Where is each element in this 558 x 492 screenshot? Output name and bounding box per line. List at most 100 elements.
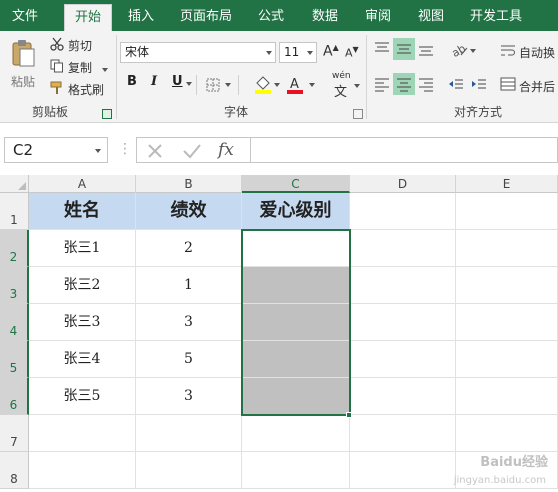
tab-view[interactable]: 视图 — [408, 4, 454, 31]
formula-input[interactable] — [250, 137, 558, 163]
cell-c6[interactable] — [242, 378, 350, 415]
cell-d2[interactable] — [350, 230, 456, 267]
cell-b1[interactable]: 绩效 — [136, 193, 242, 230]
cell-b6[interactable]: 3 — [136, 378, 242, 415]
cell-b5[interactable]: 5 — [136, 341, 242, 378]
decrease-font-size-icon[interactable]: A▼ — [345, 45, 359, 60]
cell-d1[interactable] — [350, 193, 456, 230]
fill-color-icon[interactable] — [254, 75, 272, 95]
tab-review[interactable]: 审阅 — [355, 4, 401, 31]
row-header-8[interactable]: 8 — [0, 452, 29, 489]
phonetic-dropdown-icon[interactable] — [354, 84, 360, 88]
column-header-b[interactable]: B — [136, 175, 242, 193]
format-painter-button[interactable]: 格式刷 — [68, 81, 104, 98]
tab-data[interactable]: 数据 — [302, 4, 348, 31]
increase-indent-icon[interactable] — [471, 76, 487, 92]
column-header-d[interactable]: D — [350, 175, 456, 193]
cell-e1[interactable] — [456, 193, 558, 230]
cell-b2[interactable]: 2 — [136, 230, 242, 267]
orientation-icon[interactable]: ab — [450, 40, 468, 58]
middle-align-icon[interactable] — [396, 41, 412, 57]
row-header-4[interactable]: 4 — [0, 304, 29, 341]
cell-a4[interactable]: 张三3 — [29, 304, 136, 341]
cell-c8[interactable] — [242, 452, 350, 489]
row-header-1[interactable]: 1 — [0, 193, 29, 230]
decrease-indent-icon[interactable] — [448, 76, 464, 92]
clipboard-launcher-icon[interactable] — [102, 109, 112, 119]
column-header-a[interactable]: A — [29, 175, 136, 193]
cell-a3[interactable]: 张三2 — [29, 267, 136, 304]
cell-c2[interactable] — [242, 230, 350, 267]
tab-file[interactable]: 文件 — [0, 4, 50, 31]
column-header-c[interactable]: C — [242, 175, 350, 193]
tab-developer[interactable]: 开发工具 — [462, 4, 530, 31]
cell-c5[interactable] — [242, 341, 350, 378]
orientation-dropdown-icon[interactable] — [470, 49, 476, 53]
copy-dropdown-icon[interactable] — [102, 68, 108, 72]
cell-c1[interactable]: 爱心级别 — [242, 193, 350, 230]
font-launcher-icon[interactable] — [353, 109, 363, 119]
cell-d4[interactable] — [350, 304, 456, 341]
borders-dropdown-icon[interactable] — [225, 83, 231, 87]
cell-a7[interactable] — [29, 415, 136, 452]
cell-e4[interactable] — [456, 304, 558, 341]
row-header-7[interactable]: 7 — [0, 415, 29, 452]
merge-center-button[interactable]: 合并后 — [519, 78, 555, 95]
tab-formulas[interactable]: 公式 — [248, 4, 294, 31]
cell-a6[interactable]: 张三5 — [29, 378, 136, 415]
cell-b7[interactable] — [136, 415, 242, 452]
wrap-text-button[interactable]: 自动换 — [519, 44, 555, 61]
cell-e2[interactable] — [456, 230, 558, 267]
cell-c7[interactable] — [242, 415, 350, 452]
name-box[interactable]: C2 — [4, 137, 108, 163]
paste-button[interactable]: 粘贴 — [6, 37, 40, 97]
row-header-5[interactable]: 5 — [0, 341, 29, 378]
align-center-icon[interactable] — [396, 76, 412, 92]
insert-function-button[interactable]: fx — [218, 140, 234, 160]
select-all-corner[interactable] — [0, 175, 29, 193]
cell-e6[interactable] — [456, 378, 558, 415]
column-header-e[interactable]: E — [456, 175, 558, 193]
cell-c4[interactable] — [242, 304, 350, 341]
cell-b4[interactable]: 3 — [136, 304, 242, 341]
font-color-icon[interactable]: A — [286, 75, 304, 95]
font-size-select[interactable]: 11 — [279, 42, 317, 63]
cancel-icon[interactable] — [146, 142, 164, 160]
font-color-dropdown-icon[interactable] — [309, 83, 315, 87]
bottom-align-icon[interactable] — [418, 41, 434, 57]
name-box-dropdown-icon[interactable] — [95, 149, 101, 153]
increase-font-size-icon[interactable]: A▲ — [323, 43, 339, 60]
cell-d7[interactable] — [350, 415, 456, 452]
merge-center-icon[interactable] — [500, 77, 516, 91]
cell-d6[interactable] — [350, 378, 456, 415]
enter-icon[interactable] — [182, 142, 202, 160]
align-right-icon[interactable] — [418, 76, 434, 92]
align-left-icon[interactable] — [374, 76, 390, 92]
cell-a8[interactable] — [29, 452, 136, 489]
cell-d3[interactable] — [350, 267, 456, 304]
cell-b8[interactable] — [136, 452, 242, 489]
underline-button[interactable]: U — [172, 74, 183, 89]
wrap-text-icon[interactable] — [500, 44, 516, 58]
fill-handle[interactable] — [346, 412, 352, 418]
cell-e5[interactable] — [456, 341, 558, 378]
italic-button[interactable]: I — [151, 74, 157, 89]
cell-a1[interactable]: 姓名 — [29, 193, 136, 230]
fill-color-dropdown-icon[interactable] — [274, 83, 280, 87]
tab-page-layout[interactable]: 页面布局 — [172, 4, 240, 31]
underline-dropdown-icon[interactable] — [186, 82, 192, 86]
copy-button[interactable]: 复制 — [68, 59, 92, 76]
phonetic-button[interactable]: wén — [332, 71, 351, 81]
cut-button[interactable]: 剪切 — [68, 37, 92, 54]
row-header-3[interactable]: 3 — [0, 267, 29, 304]
cell-d8[interactable] — [350, 452, 456, 489]
top-align-icon[interactable] — [374, 41, 390, 57]
cell-b3[interactable]: 1 — [136, 267, 242, 304]
tab-home[interactable]: 开始 — [64, 4, 112, 31]
tab-insert[interactable]: 插入 — [118, 4, 164, 31]
font-name-select[interactable]: 宋体 — [120, 42, 276, 63]
cell-c3[interactable] — [242, 267, 350, 304]
cell-a5[interactable]: 张三4 — [29, 341, 136, 378]
cell-e3[interactable] — [456, 267, 558, 304]
bold-button[interactable]: B — [127, 74, 137, 89]
